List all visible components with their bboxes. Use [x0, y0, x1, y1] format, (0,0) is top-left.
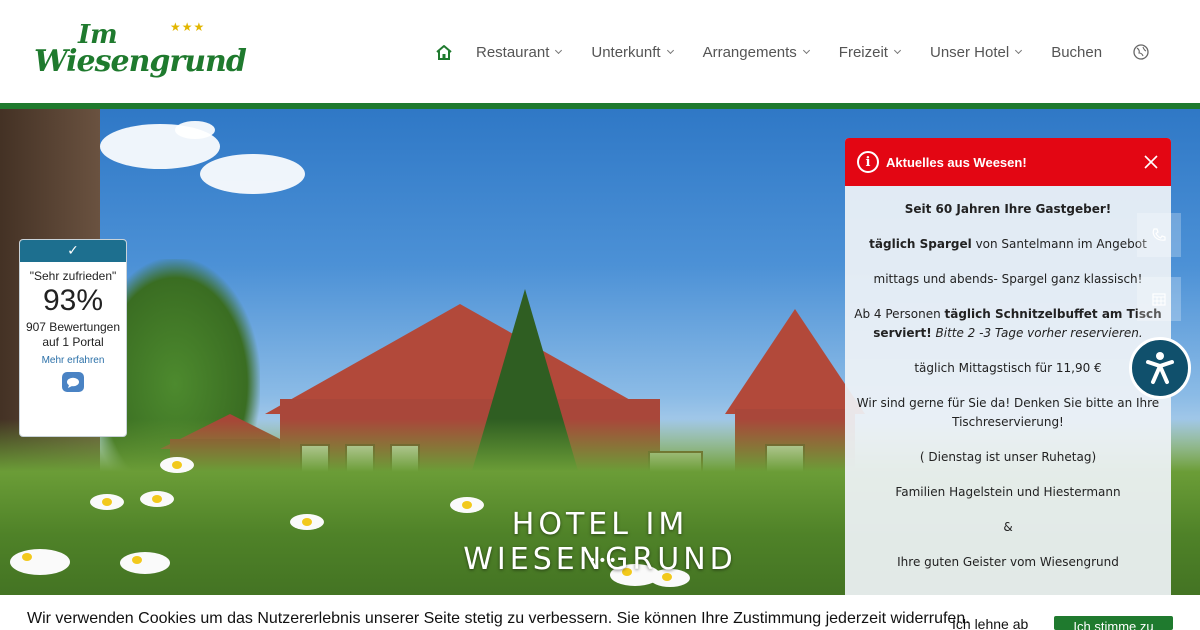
news-paragraph: Familien Hagelstein und Hiestermann: [895, 485, 1121, 499]
rating-header: ✓: [20, 240, 126, 262]
nav-item-unser-hotel[interactable]: Unser Hotel: [929, 43, 1023, 61]
nav-item-label: Restaurant: [476, 43, 550, 61]
news-popup-body: Seit 60 Jahren Ihre Gastgeber! täglich S…: [845, 186, 1171, 572]
daisy-shape: [120, 552, 170, 574]
hero-roof: [725, 309, 865, 414]
accessibility-button[interactable]: [1129, 337, 1191, 399]
news-paragraph: Seit 60 Jahren Ihre Gastgeber!: [853, 200, 1163, 219]
rating-more-link[interactable]: Mehr erfahren: [20, 355, 126, 366]
nav-home-button[interactable]: [430, 40, 458, 64]
news-paragraph: Ab 4 Personen täglich Schnitzelbuffet am…: [853, 305, 1163, 343]
cloud-shape: [175, 121, 215, 139]
nav-item-label: Arrangements: [702, 43, 797, 61]
news-paragraph: täglich Mittagstisch für 11,90 €: [914, 361, 1102, 375]
cookie-text: Wir verwenden Cookies um das Nutzererleb…: [27, 610, 970, 627]
check-icon: ✓: [67, 243, 79, 259]
daisy-shape: [10, 549, 70, 575]
news-paragraph: &: [1003, 520, 1013, 534]
cookie-accept-button[interactable]: Ich stimme zu: [1054, 616, 1173, 630]
calendar-button[interactable]: [1137, 277, 1181, 321]
chevron-down-icon: [802, 46, 810, 54]
news-note: Bitte 2 -3 Tage vorher reservieren.: [931, 326, 1143, 340]
rating-percent: 93%: [42, 284, 104, 317]
nav-item-unterkunft[interactable]: Unterkunft: [591, 43, 674, 61]
rating-label: "Sehr zufrieden": [29, 269, 117, 283]
hero-dots: •••: [588, 553, 619, 569]
nav-item-arrangements[interactable]: Arrangements: [702, 43, 810, 61]
phone-button[interactable]: [1137, 213, 1181, 257]
chevron-down-icon: [1015, 46, 1023, 54]
daisy-shape: [140, 491, 174, 507]
logo-name-text: Wiesengrund: [34, 44, 247, 79]
nav-item-buchen[interactable]: Buchen: [1051, 44, 1102, 61]
speech-bubble-icon: [67, 377, 79, 388]
nav-item-label: Unterkunft: [591, 43, 661, 61]
close-icon[interactable]: [1141, 152, 1161, 172]
language-switch[interactable]: [1132, 43, 1150, 61]
cloud-shape: [200, 154, 305, 194]
news-paragraph: täglich Spargel von Santelmann im Angebo…: [853, 235, 1163, 254]
nav-item-freizeit[interactable]: Freizeit: [838, 43, 902, 61]
daisy-shape: [290, 514, 324, 530]
home-icon: [436, 44, 452, 60]
cookie-decline-link[interactable]: Ich lehne ab: [952, 616, 1038, 630]
daisy-shape: [160, 457, 194, 473]
news-paragraph: ( Dienstag ist unser Ruhetag): [919, 450, 1097, 464]
daisy-shape: [90, 494, 124, 510]
news-highlight: täglich Spargel: [869, 237, 972, 251]
rating-reviews: 907 Bewertungen auf 1 Portal: [25, 320, 121, 349]
site-header: Im ★★★ Wiesengrund Restaurant Unterkunft…: [0, 0, 1200, 103]
news-text: Ab 4 Personen: [854, 307, 945, 321]
chevron-down-icon: [666, 46, 674, 54]
news-paragraph: mittags und abends- Spargel ganz klassis…: [873, 272, 1143, 286]
chevron-down-icon: [893, 46, 902, 54]
news-highlight: Seit 60 Jahren Ihre Gastgeber!: [904, 202, 1112, 216]
logo-stars: ★★★: [170, 20, 206, 34]
nav-item-label: Buchen: [1051, 43, 1103, 61]
globe-icon: [1133, 44, 1149, 60]
news-paragraph: Ihre guten Geister vom Wiesengrund: [897, 555, 1119, 569]
news-popup-title: Aktuelles aus Weesen!: [886, 154, 1027, 170]
phone-icon: [1152, 228, 1166, 241]
calendar-icon: [1152, 293, 1166, 306]
accessibility-icon: [1146, 352, 1174, 384]
news-text: von Santelmann im Angebot: [971, 237, 1147, 251]
cookie-banner: Wir verwenden Cookies um das Nutzererleb…: [0, 595, 1200, 630]
chat-bubble-icon: [62, 372, 84, 392]
hotel-logo[interactable]: Im ★★★ Wiesengrund: [30, 18, 247, 88]
info-icon: i: [857, 151, 879, 173]
news-popup-header: i Aktuelles aus Weesen!: [845, 138, 1171, 186]
nav-item-label: Freizeit: [838, 43, 888, 61]
news-paragraph: Wir sind gerne für Sie da! Denken Sie bi…: [856, 396, 1160, 429]
chevron-down-icon: [555, 46, 563, 54]
main-nav: Restaurant Unterkunft Arrangements Freiz…: [430, 40, 1150, 64]
nav-item-restaurant[interactable]: Restaurant: [476, 43, 563, 61]
news-popup: i Aktuelles aus Weesen! Seit 60 Jahren I…: [845, 138, 1171, 608]
rating-widget[interactable]: ✓ "Sehr zufrieden" 93% 907 Bewertungen a…: [19, 239, 127, 437]
nav-item-label: Unser Hotel: [929, 43, 1010, 61]
